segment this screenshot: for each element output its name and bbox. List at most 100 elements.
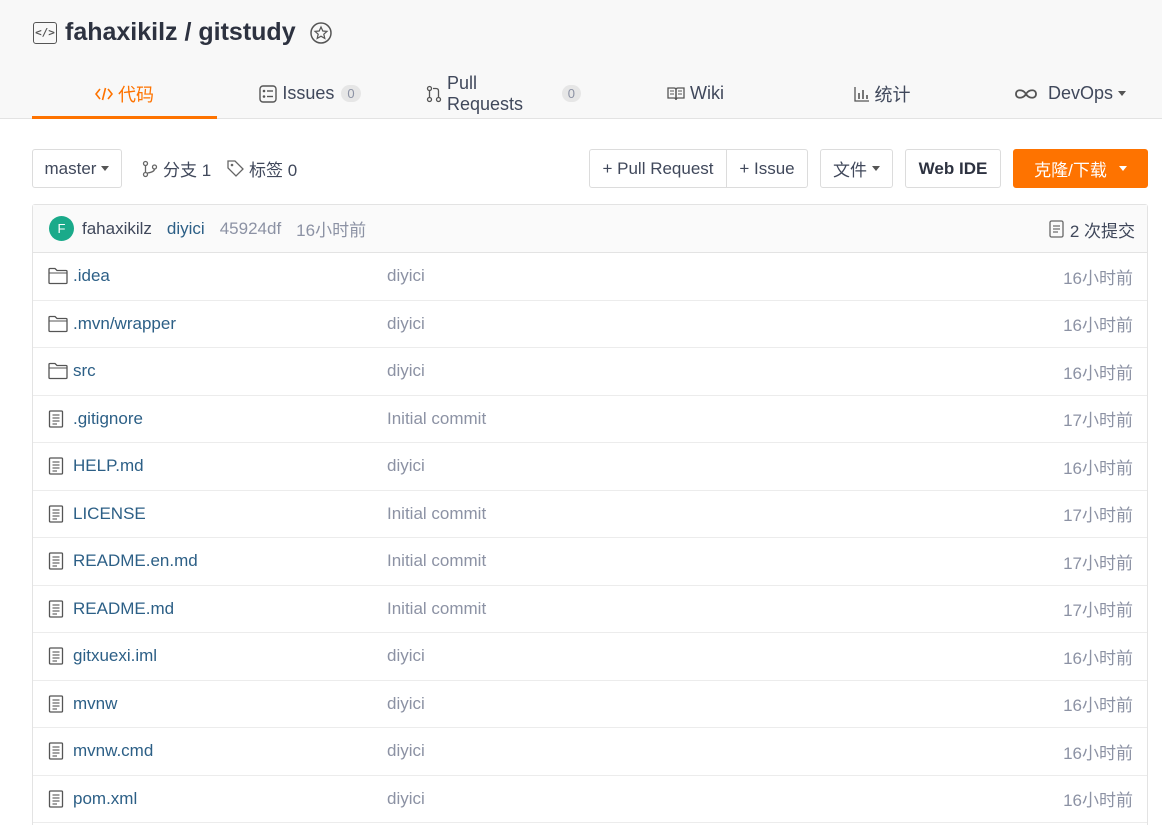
commit-message[interactable]: diyici (167, 219, 205, 239)
file-name-link[interactable]: LICENSE (73, 504, 146, 524)
tab-code[interactable]: 代码 (32, 70, 217, 119)
branches-link[interactable]: 分支 1 (142, 149, 211, 188)
file-icon (48, 600, 64, 618)
new-pull-request-button[interactable]: + Pull Request (589, 149, 727, 188)
file-row[interactable]: src diyici 16小时前 (33, 348, 1147, 396)
latest-commit-bar: F fahaxikilz diyici 45924df 16小时前 2 次提交 (33, 205, 1147, 253)
wiki-icon (667, 86, 685, 101)
file-commit-message[interactable]: diyici (387, 694, 425, 714)
file-commit-time: 17小时前 (1063, 411, 1133, 431)
commit-count-label: 2 次提交 (1069, 221, 1135, 241)
file-commit-time: 17小时前 (1063, 506, 1133, 526)
chevron-down-icon (872, 166, 880, 171)
file-row[interactable]: README.en.md Initial commit 17小时前 (33, 538, 1147, 586)
tab-stats[interactable]: 统计 (852, 70, 912, 117)
commit-time: 16小时前 (296, 221, 367, 240)
file-name-link[interactable]: README.en.md (73, 551, 198, 571)
file-name-link[interactable]: .idea (73, 266, 110, 286)
folder-icon (48, 268, 68, 285)
file-icon (48, 410, 64, 428)
file-list: F fahaxikilz diyici 45924df 16小时前 2 次提交 … (32, 204, 1148, 825)
file-row[interactable]: mvnw.cmd diyici 16小时前 (33, 728, 1147, 776)
file-commit-time: 16小时前 (1063, 791, 1133, 811)
file-name-link[interactable]: gitxuexi.iml (73, 646, 157, 666)
file-row[interactable]: .gitignore Initial commit 17小时前 (33, 396, 1147, 443)
tab-issues[interactable]: Issues 0 (259, 70, 361, 117)
issues-icon (259, 84, 278, 103)
commit-count-link[interactable]: 2 次提交 (1049, 205, 1135, 253)
commit-sha[interactable]: 45924df (220, 219, 281, 239)
new-issue-button[interactable]: + Issue (726, 149, 808, 188)
file-commit-message[interactable]: diyici (387, 789, 425, 809)
tags-label: 标签 0 (249, 161, 298, 180)
tag-icon (227, 160, 244, 177)
file-commit-message[interactable]: Initial commit (387, 551, 486, 571)
file-row[interactable]: .mvn/wrapper diyici 16小时前 (33, 301, 1147, 348)
tab-code-label: 代码 (118, 84, 154, 105)
commits-icon (1049, 220, 1064, 238)
file-commit-message[interactable]: diyici (387, 314, 425, 334)
tab-issues-label: Issues (282, 83, 335, 103)
file-commit-time: 17小时前 (1063, 553, 1133, 573)
file-commit-time: 16小时前 (1063, 458, 1133, 478)
file-row[interactable]: mvnw diyici 16小时前 (33, 681, 1147, 728)
chevron-down-icon (1118, 91, 1127, 96)
file-row[interactable]: HELP.md diyici 16小时前 (33, 443, 1147, 491)
file-commit-message[interactable]: Initial commit (387, 599, 486, 619)
recommend-badge-icon[interactable] (309, 21, 333, 45)
file-commit-message[interactable]: Initial commit (387, 409, 486, 429)
file-commit-time: 16小时前 (1063, 268, 1133, 288)
file-row[interactable]: pom.xml diyici 16小时前 (33, 776, 1147, 823)
file-name-link[interactable]: pom.xml (73, 789, 137, 809)
tab-devops[interactable]: DevOps (1015, 70, 1127, 117)
file-row[interactable]: .idea diyici 16小时前 (33, 253, 1147, 301)
stats-icon (853, 86, 870, 102)
file-name-link[interactable]: .gitignore (73, 409, 143, 429)
file-commit-message[interactable]: diyici (387, 266, 425, 286)
tags-link[interactable]: 标签 0 (227, 149, 297, 188)
clone-download-button[interactable]: 克隆/下载 (1013, 149, 1148, 188)
file-name-link[interactable]: .mvn/wrapper (73, 314, 176, 334)
file-commit-message[interactable]: diyici (387, 646, 425, 666)
file-commit-message[interactable]: Initial commit (387, 504, 486, 524)
file-commit-time: 16小时前 (1063, 648, 1133, 668)
chevron-down-icon (101, 166, 110, 171)
file-row[interactable]: README.md Initial commit 17小时前 (33, 586, 1147, 633)
file-menu-button[interactable]: 文件 (820, 149, 893, 188)
file-commit-time: 16小时前 (1063, 363, 1133, 383)
pull-requests-count-badge: 0 (561, 85, 581, 102)
file-commit-message[interactable]: diyici (387, 361, 425, 381)
file-rows: .idea diyici 16小时前 .mvn/wrapper diyici 16小时前 s… (33, 253, 1147, 823)
file-icon (48, 695, 64, 713)
file-icon (48, 505, 64, 523)
file-commit-message[interactable]: diyici (387, 456, 425, 476)
file-name-link[interactable]: README.md (73, 599, 174, 619)
file-icon (48, 647, 64, 665)
tab-devops-label: DevOps (1047, 83, 1114, 103)
issues-count-badge: 0 (341, 85, 361, 102)
commit-author[interactable]: fahaxikilz (82, 219, 152, 239)
tab-wiki-label: Wiki (690, 83, 724, 103)
file-name-link[interactable]: mvnw.cmd (73, 741, 153, 761)
branch-select[interactable]: master (32, 149, 122, 188)
repo-toolbar: master 分支 1 标签 0 + Pull Request + Issue … (32, 149, 1148, 189)
file-row[interactable]: LICENSE Initial commit 17小时前 (33, 491, 1147, 538)
file-row[interactable]: gitxuexi.iml diyici 16小时前 (33, 633, 1147, 681)
repo-name-link[interactable]: fahaxikilz / gitstudy (65, 18, 296, 47)
avatar[interactable]: F (49, 216, 74, 241)
tab-stats-label: 统计 (874, 84, 911, 105)
file-commit-time: 16小时前 (1063, 316, 1133, 336)
file-name-link[interactable]: src (73, 361, 96, 381)
branch-select-label: master (44, 158, 97, 178)
file-commit-message[interactable]: diyici (387, 741, 425, 761)
file-commit-time: 17小时前 (1063, 601, 1133, 621)
file-icon (48, 742, 64, 760)
file-name-link[interactable]: HELP.md (73, 456, 144, 476)
chevron-down-icon (1118, 166, 1127, 171)
folder-icon (48, 315, 68, 332)
web-ide-button[interactable]: Web IDE (905, 149, 1001, 188)
tab-wiki[interactable]: Wiki (667, 70, 724, 117)
file-name-link[interactable]: mvnw (73, 694, 117, 714)
code-icon (95, 86, 113, 102)
tab-pull-requests[interactable]: Pull Requests 0 (426, 70, 581, 117)
